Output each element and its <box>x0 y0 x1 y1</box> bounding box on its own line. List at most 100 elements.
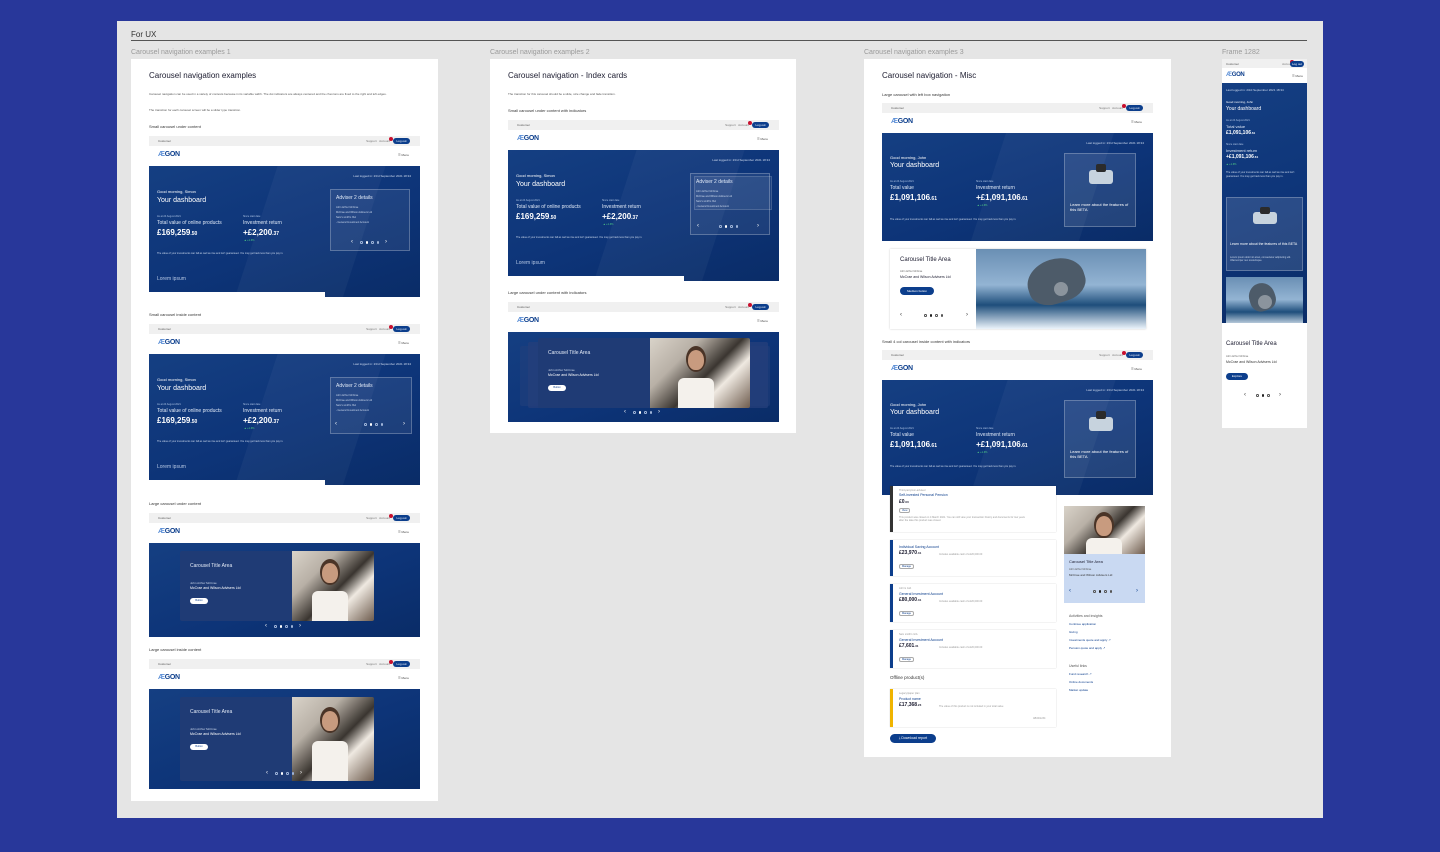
logout-button[interactable]: Log out <box>752 304 769 310</box>
small-carousel: Carousel Title Area John Arthur McCrae M… <box>1064 506 1145 603</box>
frame-label-4[interactable]: Frame 1282 <box>1222 49 1260 56</box>
canvas-title: For UX <box>131 30 157 39</box>
carousel-dots[interactable] <box>1256 394 1270 397</box>
activity-link[interactable]: Continue application <box>1069 622 1096 626</box>
logout-button[interactable]: Log out <box>393 661 410 667</box>
explore-button[interactable]: Explore <box>1226 373 1248 380</box>
manage-button[interactable]: Manage <box>899 657 915 662</box>
chevron-right-icon[interactable]: › <box>403 421 405 427</box>
logout-button[interactable]: Log out <box>1126 352 1143 358</box>
play-icon[interactable] <box>1257 295 1272 309</box>
frame-label-3[interactable]: Carousel navigation examples 3 <box>864 49 964 56</box>
activities-title: Activities and insights <box>1069 614 1103 618</box>
dashboard-mockup: Customer Support Account Log out ÆGON ☰ Men… <box>508 120 779 281</box>
chevron-left-icon[interactable]: ‹ <box>1069 588 1071 594</box>
frame-carousel-misc[interactable]: Carousel navigation - Misc Large carouse… <box>864 59 1171 757</box>
chevron-left-icon[interactable]: ‹ <box>265 623 267 629</box>
chevron-right-icon[interactable]: › <box>1279 392 1281 398</box>
card-button[interactable]: Button <box>190 598 208 604</box>
carousel-dots[interactable] <box>633 411 652 414</box>
frame-carousel-index-cards[interactable]: Carousel navigation - Index cards The tr… <box>490 59 796 433</box>
useful-link[interactable]: Fund research ↗ <box>1069 672 1092 676</box>
product-card[interactable]: Individual Saving Account £23,970.31 Inc… <box>890 540 1056 576</box>
useful-link[interactable]: Online documents <box>1069 680 1093 684</box>
beta-promo-card[interactable]: Learn more about the features of this BE… <box>1226 197 1303 271</box>
carousel-mockup: Customer Support Account Log out ÆGON ☰ Men… <box>508 302 779 422</box>
activity-link[interactable]: Giving <box>1069 630 1078 634</box>
product-card[interactable]: John's GIA General Investment Account £8… <box>890 584 1056 622</box>
logout-button[interactable]: Log out <box>1126 105 1143 111</box>
chevron-right-icon[interactable]: › <box>966 312 968 318</box>
menu-button[interactable]: ☰ Menu <box>1131 120 1142 124</box>
disclaimer: The value of your investments can fall a… <box>157 252 284 255</box>
section-label: Large carousel inside content <box>149 647 202 652</box>
carousel-card[interactable]: Carousel Title Area John Arthur McCrae M… <box>538 338 750 408</box>
carousel-dots[interactable] <box>364 423 383 426</box>
aegon-logo: ÆGON <box>158 151 180 158</box>
logout-button[interactable]: Log out <box>752 122 769 128</box>
activity-link[interactable]: Investments quote and apply ↗ <box>1069 638 1111 642</box>
product-card[interactable]: Third-party/non-advised Self-invested Pe… <box>890 486 1056 532</box>
frame-carousel-examples-1[interactable]: Carousel navigation examples Carousel na… <box>131 59 438 801</box>
utility-links[interactable]: Support Account <box>366 139 390 143</box>
carousel-mockup: Customer Support Account Log out ÆGON ☰ Men… <box>149 513 420 637</box>
manage-button[interactable]: Manage <box>899 611 915 616</box>
aegon-logo: ÆGON <box>158 339 180 346</box>
menu-button[interactable]: ☰ Menu <box>1131 367 1142 371</box>
menu-button[interactable]: ☰ Menu <box>398 530 409 534</box>
dashboard-mockup: Customer Support Account Log out ÆGON ☰ Men… <box>882 103 1153 331</box>
chevron-left-icon[interactable]: ‹ <box>266 770 268 776</box>
menu-button[interactable]: ☰ Menu <box>1292 74 1303 78</box>
chevron-right-icon[interactable]: › <box>757 223 759 229</box>
menu-button[interactable]: ☰ Menu <box>757 137 768 141</box>
offline-product-card[interactable]: Legacy/paper plan Product name £17,368.2… <box>890 689 1056 727</box>
dashboard-hero: Last logged in: 23rd September 2021 18:3… <box>882 380 1153 495</box>
download-report-button[interactable]: ⤓ Download report <box>890 734 936 743</box>
logout-button[interactable]: Log out <box>1290 61 1304 67</box>
useful-link[interactable]: Market update <box>1069 688 1088 692</box>
shark-video-thumbnail[interactable] <box>1226 277 1303 323</box>
activity-link[interactable]: Pension quote and apply ↗ <box>1069 646 1105 650</box>
card-photo <box>292 551 374 621</box>
beta-promo-card[interactable]: Learn more about the features of this BE… <box>1064 153 1136 227</box>
frame-label-1[interactable]: Carousel navigation examples 1 <box>131 49 231 56</box>
product-card[interactable]: Sam smith's GIA General Investment Accou… <box>890 630 1056 668</box>
card-button[interactable]: Button <box>548 385 566 391</box>
chevron-right-icon[interactable]: › <box>300 770 302 776</box>
chevron-left-icon[interactable]: ‹ <box>624 409 626 415</box>
carousel-dots[interactable] <box>275 772 294 775</box>
carousel-card[interactable]: Carousel Title Area John Arthur McCrae M… <box>180 697 374 781</box>
play-icon[interactable] <box>1054 282 1068 296</box>
menu-button[interactable]: ☰ Menu <box>398 153 409 157</box>
chevron-right-icon[interactable]: › <box>1136 588 1138 594</box>
logout-button[interactable]: Log out <box>393 326 410 332</box>
chevron-right-icon[interactable]: › <box>385 239 387 245</box>
shark-video-thumbnail[interactable] <box>976 249 1146 329</box>
carousel-dots[interactable] <box>1093 590 1112 593</box>
carousel-dots[interactable] <box>924 314 943 317</box>
card-button[interactable]: Button <box>190 744 208 750</box>
menu-button[interactable]: ☰ Menu <box>757 319 768 323</box>
menu-button[interactable]: ☰ Menu <box>398 676 409 680</box>
chevron-left-icon[interactable]: ‹ <box>335 421 337 427</box>
beta-promo-card[interactable]: Learn more about the features of this BE… <box>1064 400 1136 478</box>
carousel-dots[interactable] <box>719 225 738 228</box>
carousel-card[interactable]: Carousel Title Area John Arthur McCrae M… <box>180 551 374 621</box>
frame-label-2[interactable]: Carousel navigation examples 2 <box>490 49 590 56</box>
menu-button[interactable]: ☰ Menu <box>398 341 409 345</box>
carousel-dots[interactable] <box>360 241 379 244</box>
chevron-left-icon[interactable]: ‹ <box>1244 392 1246 398</box>
manage-button[interactable]: Manage <box>899 564 915 569</box>
chevron-left-icon[interactable]: ‹ <box>900 312 902 318</box>
medium-button[interactable]: Medium button <box>900 287 934 295</box>
carousel-dots[interactable] <box>274 625 293 628</box>
chevron-left-icon[interactable]: ‹ <box>697 223 699 229</box>
chevron-right-icon[interactable]: › <box>299 623 301 629</box>
frame-mobile[interactable]: Customer Account Log out ÆGON ☰ Menu Las… <box>1222 59 1307 428</box>
logout-button[interactable]: Log out <box>393 138 410 144</box>
chevron-right-icon[interactable]: › <box>658 409 660 415</box>
logout-button[interactable]: Log out <box>393 515 410 521</box>
view-button[interactable]: View <box>899 508 911 513</box>
chevron-left-icon[interactable]: ‹ <box>351 239 353 245</box>
dashboard-mockup: Customer Support Account Log out ÆGON ☰ Men… <box>149 324 420 485</box>
